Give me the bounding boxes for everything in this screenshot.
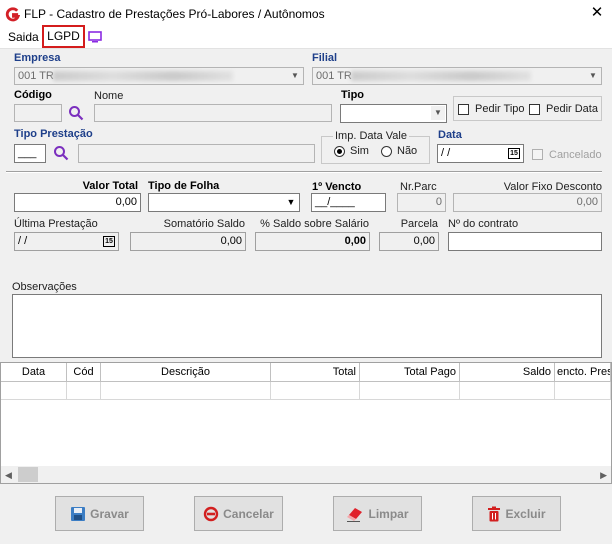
- grid-header-descricao[interactable]: Descrição: [101, 363, 271, 382]
- grid-header-vencto-prest[interactable]: encto. Pres: [555, 363, 611, 382]
- filial-value: 001 TR: [316, 70, 352, 82]
- horizontal-scrollbar[interactable]: ◀ ▶: [1, 466, 611, 483]
- observacoes-label: Observações: [12, 281, 77, 293]
- grid-header-data[interactable]: Data: [1, 363, 67, 382]
- pct-saldo-field: 0,00: [255, 232, 370, 251]
- tipo-combo[interactable]: ▼: [340, 104, 447, 123]
- excluir-label: Excluir: [505, 506, 546, 521]
- grid-cell[interactable]: [360, 382, 460, 400]
- scroll-right-icon[interactable]: ▶: [600, 470, 607, 481]
- data-field[interactable]: / / 15: [437, 144, 524, 163]
- search-icon[interactable]: [68, 105, 84, 121]
- app-logo-icon: [5, 7, 20, 22]
- limpar-button[interactable]: Limpar: [333, 496, 422, 531]
- grid-cell[interactable]: [460, 382, 555, 400]
- valor-fixo-field: 0,00: [453, 193, 602, 212]
- grid-cell[interactable]: [67, 382, 101, 400]
- vencto-field[interactable]: __/____: [311, 193, 386, 212]
- somatorio-label: Somatório Saldo: [163, 218, 245, 230]
- cancelado-label: Cancelado: [549, 149, 602, 161]
- pedir-data-label: Pedir Data: [546, 103, 598, 115]
- empresa-label: Empresa: [14, 52, 61, 64]
- nr-parc-label: Nr.Parc: [400, 181, 437, 193]
- nr-contrato-label: Nº do contrato: [448, 218, 519, 230]
- codigo-label: Código: [14, 89, 52, 101]
- sim-radio[interactable]: [334, 146, 345, 157]
- tipo-prestacao-desc: [78, 144, 315, 163]
- empresa-value: 001 TR: [18, 70, 54, 82]
- floppy-icon: [71, 506, 86, 521]
- search-icon[interactable]: [53, 145, 69, 161]
- cancelado-checkbox: [532, 149, 543, 160]
- valor-total-field[interactable]: 0,00: [14, 193, 141, 212]
- parcela-label: Parcela: [400, 218, 438, 230]
- redacted-text: [53, 71, 233, 81]
- data-value: / /: [441, 147, 451, 159]
- grid-cell[interactable]: [271, 382, 360, 400]
- grid-cell[interactable]: [555, 382, 611, 400]
- imp-data-vale-label: Imp. Data Vale: [333, 130, 409, 142]
- grid-header-total[interactable]: Total: [271, 363, 360, 382]
- pedir-data-checkbox[interactable]: [529, 104, 540, 115]
- grid-header-cod[interactable]: Cód: [67, 363, 101, 382]
- scroll-left-icon[interactable]: ◀: [5, 470, 12, 481]
- eraser-icon: [347, 507, 363, 522]
- menu-lgpd[interactable]: LGPD: [42, 25, 85, 48]
- chevron-down-icon[interactable]: ▼: [586, 69, 600, 83]
- pct-saldo-label: % Saldo sobre Salário: [260, 218, 369, 230]
- cancelar-button[interactable]: Cancelar: [194, 496, 283, 531]
- grid-cell[interactable]: [101, 382, 271, 400]
- nao-radio[interactable]: [381, 146, 392, 157]
- gravar-button[interactable]: Gravar: [55, 496, 144, 531]
- trash-icon: [488, 506, 501, 521]
- limpar-label: Limpar: [368, 506, 409, 521]
- tipo-prestacao-label: Tipo Prestação: [14, 128, 93, 140]
- codigo-field[interactable]: [14, 104, 62, 122]
- tipo-folha-combo[interactable]: ▼: [148, 193, 300, 212]
- nr-parc-field: 0: [397, 193, 446, 212]
- grid-header-saldo[interactable]: Saldo: [460, 363, 555, 382]
- valor-fixo-label: Valor Fixo Desconto: [503, 181, 602, 193]
- filial-label: Filial: [312, 52, 338, 64]
- chevron-down-icon[interactable]: ▼: [288, 69, 302, 83]
- calendar-icon: 15: [103, 236, 115, 247]
- somatorio-field: 0,00: [130, 232, 246, 251]
- empresa-combo[interactable]: 001 TR ▼: [14, 67, 304, 85]
- chevron-down-icon[interactable]: ▼: [431, 106, 445, 120]
- chevron-down-icon[interactable]: ▼: [284, 195, 298, 209]
- window-title: FLP - Cadastro de Prestações Pró-Labores…: [24, 7, 325, 21]
- vencto-label: 1º Vencto: [312, 181, 362, 193]
- cancel-icon: [203, 506, 219, 521]
- pedir-tipo-checkbox[interactable]: [458, 104, 469, 115]
- ultima-prestacao-value: / /: [18, 235, 28, 247]
- scroll-thumb[interactable]: [18, 467, 38, 482]
- close-button[interactable]: ✕: [588, 4, 606, 22]
- ultima-prestacao-field: / / 15: [14, 232, 119, 251]
- data-label: Data: [438, 129, 462, 141]
- ultima-prestacao-label: Última Prestação: [14, 218, 98, 230]
- sim-label: Sim: [350, 145, 369, 157]
- tipo-prestacao-field[interactable]: ___: [14, 144, 46, 163]
- monitor-icon[interactable]: [88, 31, 102, 43]
- divider: [6, 171, 602, 173]
- tipo-label: Tipo: [341, 89, 365, 101]
- parcela-field: 0,00: [379, 232, 439, 251]
- nao-label: Não: [397, 145, 418, 157]
- gravar-label: Gravar: [90, 506, 129, 521]
- nome-label: Nome: [94, 90, 124, 102]
- excluir-button[interactable]: Excluir: [472, 496, 561, 531]
- cancelar-label: Cancelar: [223, 506, 274, 521]
- nome-field: [94, 104, 332, 122]
- filial-combo[interactable]: 001 TR ▼: [312, 67, 602, 85]
- calendar-icon[interactable]: 15: [508, 148, 520, 159]
- grid-header-total-pago[interactable]: Total Pago: [360, 363, 460, 382]
- redacted-text: [351, 71, 531, 81]
- pedir-tipo-label: Pedir Tipo: [475, 103, 525, 115]
- grid-cell[interactable]: [1, 382, 67, 400]
- valor-total-label: Valor Total: [82, 180, 138, 192]
- observacoes-textarea[interactable]: [12, 294, 602, 358]
- menu-saida[interactable]: Saida: [8, 30, 39, 44]
- nr-contrato-field[interactable]: [448, 232, 602, 251]
- tipo-folha-label: Tipo de Folha: [148, 180, 220, 192]
